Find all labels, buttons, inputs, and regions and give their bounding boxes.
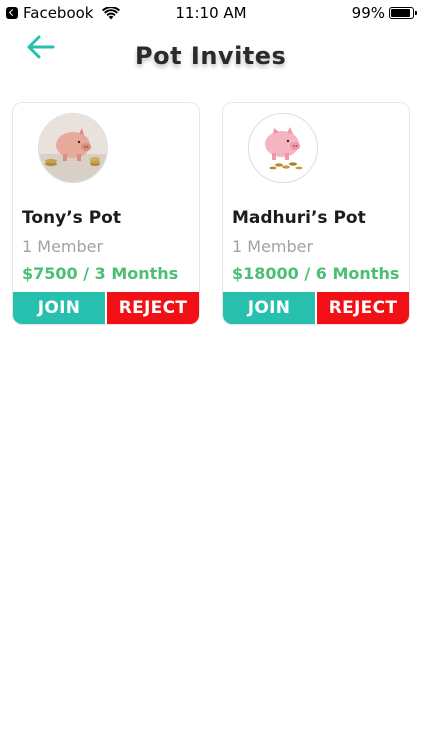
join-button[interactable]: JOIN (13, 292, 105, 324)
arrow-left-icon[interactable] (22, 31, 58, 67)
pot-amount: $7500 / 3 Months (22, 264, 179, 283)
status-bar-right: 99% (351, 4, 417, 22)
status-bar: Facebook 11:10 AM 99% (0, 0, 422, 24)
pot-avatar (38, 113, 108, 183)
back-button[interactable] (22, 31, 58, 67)
pot-member-count: 1 Member (232, 237, 314, 256)
pot-invite-card: Madhuri’s Pot 1 Member $18000 / 6 Months… (222, 102, 410, 325)
pot-name: Madhuri’s Pot (232, 208, 366, 228)
pot-amount: $18000 / 6 Months (232, 264, 400, 283)
pot-avatar (248, 113, 318, 183)
battery-percentage: 99% (351, 4, 385, 22)
pot-member-count: 1 Member (22, 237, 104, 256)
join-button[interactable]: JOIN (223, 292, 315, 324)
battery-icon (389, 7, 417, 19)
pot-invites-screen: Facebook 11:10 AM 99% Pot Invites Tony’s… (0, 0, 422, 750)
page-title: Pot Invites (135, 42, 287, 70)
invite-actions: JOIN REJECT (13, 292, 199, 324)
pot-name: Tony’s Pot (22, 208, 121, 228)
piggy-bank-icon (249, 114, 317, 182)
invite-actions: JOIN REJECT (223, 292, 409, 324)
reject-button[interactable]: REJECT (315, 292, 409, 324)
reject-button[interactable]: REJECT (105, 292, 199, 324)
pot-invite-card: Tony’s Pot 1 Member $7500 / 3 Months JOI… (12, 102, 200, 325)
piggy-bank-icon (39, 114, 107, 182)
